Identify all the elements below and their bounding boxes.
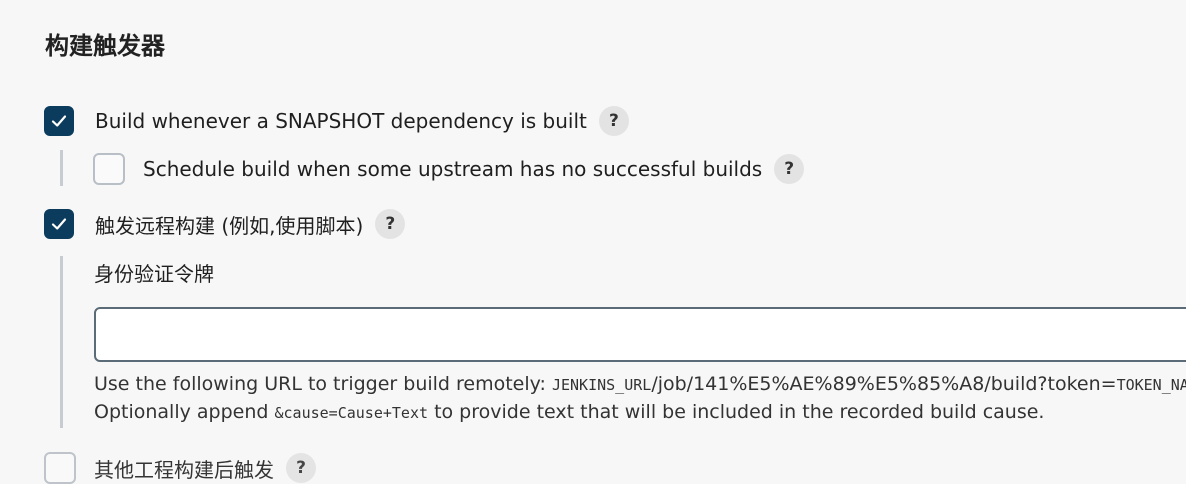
remote-url-prefix: Use the following URL to trigger build r… xyxy=(94,373,552,395)
snapshot-dependency-checkbox[interactable] xyxy=(44,106,74,136)
nested-options-bar xyxy=(60,256,63,428)
cause-code: &cause=Cause+Text xyxy=(274,404,429,422)
check-icon xyxy=(51,218,67,230)
build-after-other-label[interactable]: 其他工程构建后触发 xyxy=(94,454,274,483)
remote-url-help: Use the following URL to trigger build r… xyxy=(94,369,1186,396)
auth-token-label: 身份验证令牌 xyxy=(94,262,214,286)
check-icon xyxy=(51,115,67,127)
help-icon[interactable]: ? xyxy=(375,209,406,239)
jenkins-url-var: JENKINS_URL xyxy=(551,376,652,394)
option-build-after-other-projects: 其他工程构建后触发 ? xyxy=(44,452,316,484)
help-icon[interactable]: ? xyxy=(286,453,316,483)
help-icon[interactable]: ? xyxy=(598,106,629,136)
nested-options-bar xyxy=(60,150,63,186)
cause-help: Optionally append &cause=Cause+Text to p… xyxy=(94,401,1044,423)
option-snapshot-dependency: Build whenever a SNAPSHOT dependency is … xyxy=(44,106,629,136)
build-after-other-checkbox[interactable] xyxy=(44,452,76,484)
cause-suffix: to provide text that will be included in… xyxy=(428,401,1045,423)
trigger-remote-label[interactable]: 触发远程构建 (例如,使用脚本) xyxy=(95,210,363,239)
upstream-no-success-label[interactable]: Schedule build when some upstream has no… xyxy=(143,157,762,181)
trigger-remote-checkbox[interactable] xyxy=(44,209,74,239)
token-name-var: TOKEN_NAME xyxy=(1116,376,1186,394)
upstream-no-success-checkbox[interactable] xyxy=(93,153,125,185)
auth-token-input[interactable] xyxy=(94,307,1186,362)
snapshot-dependency-label[interactable]: Build whenever a SNAPSHOT dependency is … xyxy=(95,109,587,133)
section-title: 构建触发器 xyxy=(45,32,165,60)
cause-prefix: Optionally append xyxy=(94,401,275,423)
help-icon[interactable]: ? xyxy=(774,154,805,184)
option-trigger-remote: 触发远程构建 (例如,使用脚本) ? xyxy=(44,209,406,239)
option-upstream-no-success: Schedule build when some upstream has no… xyxy=(93,153,805,185)
remote-url-path: /job/141%E5%AE%89%E5%85%A8/build?token= xyxy=(651,373,1117,395)
